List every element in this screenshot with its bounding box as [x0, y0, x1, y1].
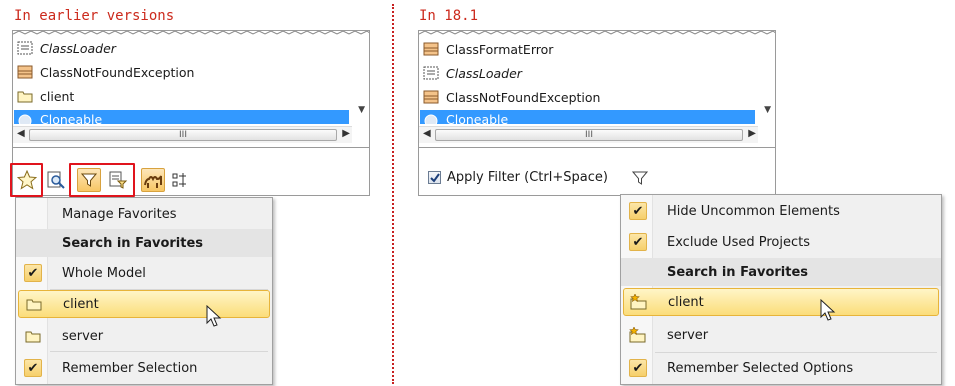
camel-icon	[144, 175, 162, 188]
menu-item-remember-selected-options[interactable]: ✔ Remember Selected Options	[623, 354, 939, 382]
scroll-left-arrow[interactable]: ◀	[423, 128, 431, 139]
menu-item-server[interactable]: server	[623, 321, 939, 349]
favorite-folder-icon	[630, 294, 647, 310]
left-element-list[interactable]: ClassLoader ClassNotFoundException clien…	[12, 30, 370, 148]
scroll-thumb[interactable]: III	[29, 129, 337, 141]
scroll-down-arrow[interactable]: ▼	[764, 105, 771, 115]
search-document-icon	[47, 171, 65, 189]
scroll-thumb[interactable]: III	[435, 129, 743, 141]
filter-options-button[interactable]	[106, 168, 130, 192]
menu-item-exclude-used-projects[interactable]: ✔ Exclude Used Projects	[623, 228, 939, 256]
horizontal-scrollbar[interactable]: ◀ III ▶	[419, 126, 758, 143]
menu-separator	[655, 352, 937, 353]
class-icon	[422, 90, 440, 104]
favorites-menu: Manage Favorites Search in Favorites ✔ Wh…	[15, 197, 273, 385]
menu-item-whole-model[interactable]: ✔ Whole Model	[18, 259, 270, 287]
star-icon	[17, 170, 37, 190]
list-item[interactable]: ClassNotFoundException	[16, 61, 194, 83]
horizontal-scrollbar[interactable]: ◀ III ▶	[13, 126, 352, 143]
scroll-left-arrow[interactable]: ◀	[17, 128, 25, 139]
scroll-right-arrow[interactable]: ▶	[342, 128, 350, 139]
favorite-folder-icon	[629, 327, 646, 343]
interface-icon	[422, 66, 440, 80]
filter-button[interactable]	[628, 166, 652, 190]
folder-icon	[26, 299, 42, 311]
apply-filter-checkbox[interactable]: Apply Filter (Ctrl+Space)	[428, 170, 608, 185]
mouse-cursor-icon	[820, 299, 836, 321]
filter-menu: ✔ Hide Uncommon Elements ✔ Exclude Used Pr…	[620, 194, 942, 385]
filter-list-icon	[109, 171, 128, 189]
favorites-button[interactable]	[15, 168, 39, 192]
menu-item-server[interactable]: server	[18, 322, 270, 350]
right-element-list[interactable]: ClassFormatError ClassLoader ClassNotFou…	[418, 30, 776, 148]
menu-header-search-in-favorites: Search in Favorites	[16, 229, 272, 257]
menu-item-remember-selection[interactable]: ✔ Remember Selection	[18, 354, 270, 382]
check-icon: ✔	[629, 359, 647, 377]
list-item-selected[interactable]: Cloneable	[420, 110, 755, 124]
list-item[interactable]: ClassLoader	[16, 37, 116, 59]
check-icon: ✔	[629, 233, 647, 251]
class-icon	[422, 42, 440, 56]
filter-icon	[632, 171, 648, 185]
list-item[interactable]: ClassNotFoundException	[422, 86, 600, 108]
interface-icon	[16, 112, 34, 124]
menu-header-search-in-favorites: Search in Favorites	[621, 258, 941, 286]
list-item-selected[interactable]: Cloneable	[14, 110, 349, 124]
checkbox-checked-icon	[428, 171, 441, 184]
scroll-down-arrow[interactable]: ▼	[358, 105, 365, 115]
filter-icon	[81, 173, 97, 187]
folder-icon	[25, 331, 41, 343]
filter-button[interactable]	[77, 168, 101, 192]
menu-item-client[interactable]: client	[623, 288, 939, 316]
menu-separator	[50, 351, 268, 352]
menu-item-manage-favorites[interactable]: Manage Favorites	[18, 200, 270, 228]
tree-expand-icon	[172, 173, 186, 187]
menu-item-client[interactable]: client	[18, 290, 270, 318]
expand-button[interactable]	[168, 168, 192, 192]
menu-item-hide-uncommon-elements[interactable]: ✔ Hide Uncommon Elements	[623, 197, 939, 225]
scroll-right-arrow[interactable]: ▶	[748, 128, 756, 139]
interface-icon	[422, 112, 440, 124]
list-item[interactable]: ClassLoader	[422, 62, 522, 84]
list-item[interactable]: ClassFormatError	[422, 38, 553, 60]
divider	[392, 4, 394, 384]
camel-case-button[interactable]	[141, 168, 165, 192]
check-icon: ✔	[24, 264, 42, 282]
class-icon	[16, 65, 34, 79]
list-item[interactable]: client	[16, 85, 74, 107]
search-scope-button[interactable]	[44, 168, 68, 192]
check-icon: ✔	[24, 359, 42, 377]
folder-icon	[16, 89, 34, 103]
interface-icon	[16, 41, 34, 55]
torn-edge	[419, 31, 775, 35]
left-heading: In earlier versions	[14, 8, 175, 24]
right-heading: In 18.1	[419, 8, 479, 24]
check-icon: ✔	[629, 202, 647, 220]
mouse-cursor-icon	[206, 305, 222, 327]
